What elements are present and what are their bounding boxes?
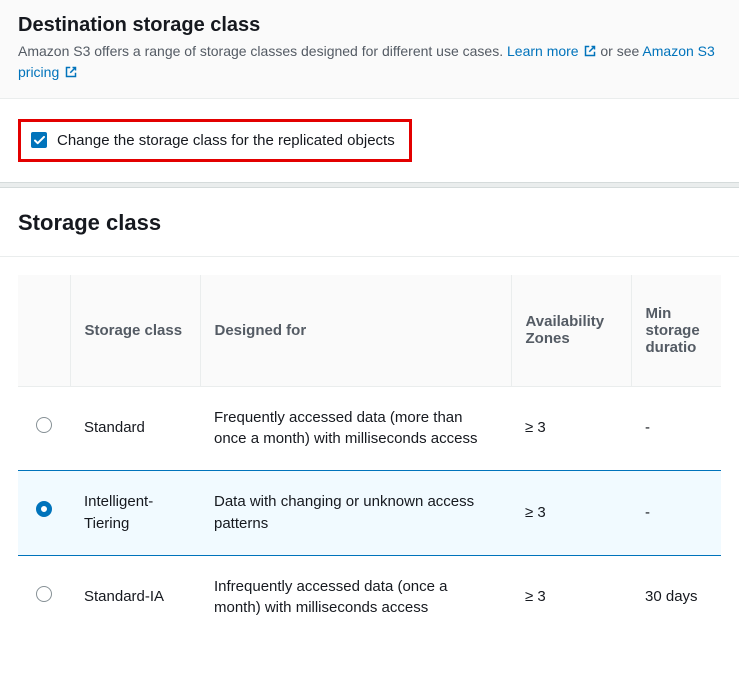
table-header-row: Storage class Designed for Availability … [18,275,721,387]
external-link-icon [584,42,596,62]
checkbox-label: Change the storage class for the replica… [57,132,395,149]
storage-class-table: Storage class Designed for Availability … [18,275,721,640]
radio-cell [18,471,70,556]
checkmark-icon [34,136,45,145]
learn-more-link[interactable]: Learn more [507,43,600,59]
radio-cell [18,555,70,639]
storage-class-radio[interactable] [36,417,52,433]
col-header-designed-for: Designed for [200,275,511,387]
highlight-box: Change the storage class for the replica… [18,119,412,162]
checkbox-section: Change the storage class for the replica… [0,99,739,182]
radio-cell [18,386,70,471]
change-storage-class-checkbox[interactable] [31,132,47,148]
page-title: Destination storage class [18,14,721,37]
availability-zones: ≥ 3 [511,555,631,639]
designed-for: Data with changing or unknown access pat… [200,471,511,556]
learn-more-label: Learn more [507,43,579,59]
storage-class-name: Standard [70,386,200,471]
external-link-icon [65,63,77,83]
storage-class-radio[interactable] [36,501,52,517]
availability-zones: ≥ 3 [511,471,631,556]
section-title: Storage class [18,210,721,236]
designed-for: Frequently accessed data (more than once… [200,386,511,471]
or-see-text: or see [600,43,642,59]
min-storage-duration: 30 days [631,555,721,639]
page-description: Amazon S3 offers a range of storage clas… [18,41,721,84]
storage-class-name: Intelligent-Tiering [70,471,200,556]
min-storage-duration: - [631,471,721,556]
table-row[interactable]: Standard-IAInfrequently accessed data (o… [18,555,721,639]
min-storage-duration: - [631,386,721,471]
table-row[interactable]: StandardFrequently accessed data (more t… [18,386,721,471]
storage-class-table-wrap: Storage class Designed for Availability … [0,257,739,658]
col-header-select [18,275,70,387]
storage-class-name: Standard-IA [70,555,200,639]
table-row[interactable]: Intelligent-TieringData with changing or… [18,471,721,556]
col-header-storage-class: Storage class [70,275,200,387]
designed-for: Infrequently accessed data (once a month… [200,555,511,639]
storage-class-radio[interactable] [36,586,52,602]
col-header-min-storage-duration: Min storage duratio [631,275,721,387]
desc-text: Amazon S3 offers a range of storage clas… [18,43,507,59]
storage-class-header: Storage class [0,188,739,257]
col-header-availability-zones: Availability Zones [511,275,631,387]
availability-zones: ≥ 3 [511,386,631,471]
destination-header: Destination storage class Amazon S3 offe… [0,0,739,99]
